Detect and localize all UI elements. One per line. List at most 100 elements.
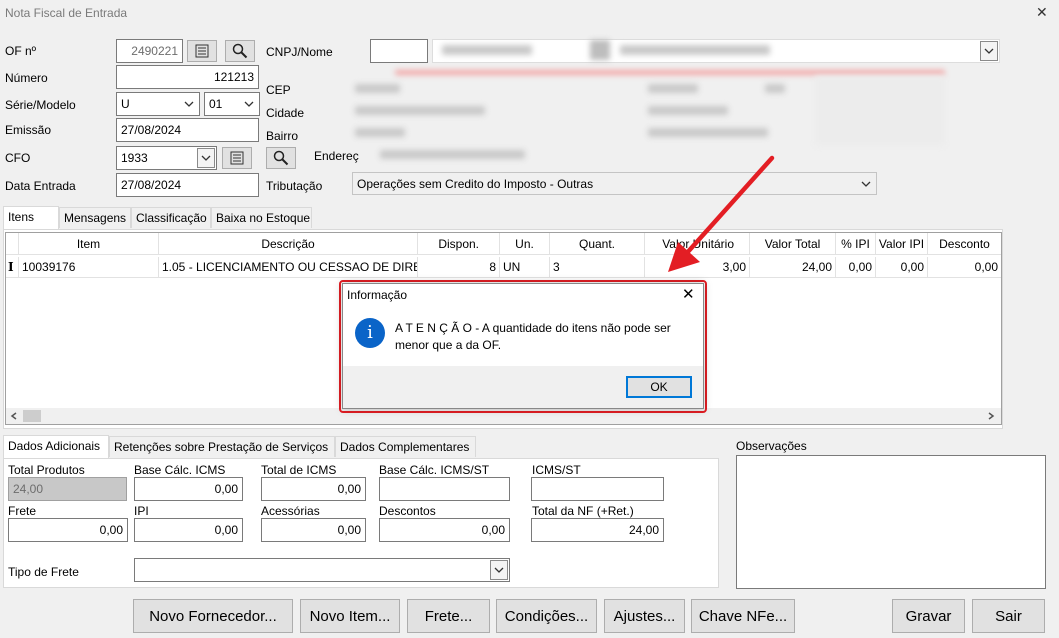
col-dispon[interactable]: Dispon.: [418, 233, 500, 255]
total-icms-input[interactable]: 0,00: [261, 477, 366, 501]
numero-input[interactable]: 121213: [116, 65, 259, 89]
base-icms-label: Base Cálc. ICMS: [134, 463, 226, 477]
descontos-input[interactable]: 0,00: [379, 518, 510, 542]
of-search-button[interactable]: [225, 40, 255, 62]
cnpj-label: CNPJ/Nome: [266, 45, 333, 59]
novo-item-button[interactable]: Novo Item...: [300, 599, 400, 633]
observacoes-textarea[interactable]: [736, 455, 1046, 589]
observacoes-label: Observações: [736, 439, 807, 453]
chevron-down-icon: [980, 41, 998, 61]
redacted-area: [648, 106, 728, 115]
of-label: OF nº: [5, 44, 37, 58]
total-nf-input[interactable]: 24,00: [531, 518, 664, 542]
frete-input[interactable]: 0,00: [8, 518, 128, 542]
dialog-title: Informação: [347, 288, 408, 302]
frete-button[interactable]: Frete...: [407, 599, 490, 633]
ipi-input[interactable]: 0,00: [134, 518, 243, 542]
ajustes-button[interactable]: Ajustes...: [604, 599, 685, 633]
total-icms-label: Total de ICMS: [261, 463, 337, 477]
cell-un[interactable]: UN: [500, 257, 550, 277]
endereco-label: Endereç: [314, 149, 359, 163]
tipo-frete-select[interactable]: [134, 558, 510, 582]
cidade-label: Cidade: [266, 106, 305, 120]
total-produtos-input: 24,00: [8, 477, 127, 501]
dialog-message-line2: menor que a da OF.: [395, 338, 502, 352]
cell-item[interactable]: 10039176: [19, 257, 159, 277]
cell-descricao[interactable]: 1.05 - LICENCIAMENTO OU CESSAO DE DIREI: [159, 257, 418, 277]
grid-indicator-header: [6, 233, 19, 255]
list-icon: [195, 44, 209, 58]
cfo-value: 1933: [121, 151, 148, 165]
frete-label: Frete: [8, 504, 37, 518]
novo-fornecedor-button[interactable]: Novo Fornecedor...: [133, 599, 293, 633]
col-valor-ipi[interactable]: Valor IPI: [876, 233, 928, 255]
chevron-down-icon: [857, 174, 875, 194]
chevron-down-icon: [197, 148, 215, 168]
chevron-down-icon: [240, 94, 258, 114]
chevron-down-icon: [180, 94, 198, 114]
redacted-area: [648, 84, 698, 93]
tab-mensagens[interactable]: Mensagens: [59, 207, 131, 228]
ok-button[interactable]: OK: [626, 376, 692, 398]
cell-desconto[interactable]: 0,00: [928, 257, 1001, 277]
tributacao-value: Operações sem Credito do Imposto - Outra…: [357, 177, 594, 191]
tab-dados-adicionais[interactable]: Dados Adicionais: [3, 435, 109, 459]
col-desconto[interactable]: Desconto: [928, 233, 1001, 255]
base-icms-input[interactable]: 0,00: [134, 477, 243, 501]
cnpj-input[interactable]: [370, 39, 428, 63]
base-icms-st-input[interactable]: [379, 477, 510, 501]
col-item[interactable]: Item: [19, 233, 159, 255]
redacted-area: [355, 128, 405, 137]
tributacao-select[interactable]: Operações sem Credito do Imposto - Outra…: [352, 172, 877, 195]
col-quant[interactable]: Quant.: [550, 233, 645, 255]
sair-button[interactable]: Sair: [972, 599, 1045, 633]
redacted-area: [395, 70, 945, 75]
tipo-frete-label: Tipo de Frete: [8, 565, 79, 579]
dialog-close-icon[interactable]: ✕: [682, 285, 695, 303]
gravar-button[interactable]: Gravar: [892, 599, 965, 633]
emissao-label: Emissão: [5, 123, 52, 137]
cell-pct-ipi[interactable]: 0,00: [836, 257, 876, 277]
annotation-arrow-icon: [668, 155, 775, 272]
scroll-right-icon[interactable]: [987, 412, 995, 420]
tab-itens[interactable]: Itens: [3, 206, 59, 230]
dialog-message-line1: A T E N Ç Ã O - A quantidade do itens nã…: [395, 321, 671, 335]
serie-value: U: [121, 97, 130, 111]
icms-st-input[interactable]: [531, 477, 664, 501]
list-icon: [230, 151, 244, 165]
of-input[interactable]: 2490221: [116, 39, 183, 63]
info-dialog: Informação ✕ i A T E N Ç Ã O - A quantid…: [342, 283, 704, 409]
scroll-left-icon[interactable]: [10, 412, 18, 420]
serie-select[interactable]: U: [116, 92, 200, 116]
acessorias-input[interactable]: 0,00: [261, 518, 366, 542]
col-descricao[interactable]: Descrição: [159, 233, 418, 255]
cell-quant[interactable]: 3: [550, 257, 645, 277]
redacted-area: [648, 128, 768, 137]
cell-valor-ipi[interactable]: 0,00: [876, 257, 928, 277]
of-list-button[interactable]: [187, 40, 217, 62]
cfo-list-button[interactable]: [222, 147, 252, 169]
data-entrada-input[interactable]: 27/08/2024: [116, 173, 259, 197]
scrollbar-thumb[interactable]: [23, 410, 41, 422]
col-pct-ipi[interactable]: % IPI: [836, 233, 876, 255]
cep-label: CEP: [266, 83, 291, 97]
tributacao-label: Tributação: [266, 179, 323, 193]
window-close-icon[interactable]: ✕: [1036, 4, 1048, 21]
redacted-area: [765, 84, 785, 93]
tab-dados-complementares[interactable]: Dados Complementares: [335, 436, 476, 457]
cfo-search-button[interactable]: [266, 147, 296, 169]
tab-retencoes[interactable]: Retenções sobre Prestação de Serviços: [109, 436, 335, 457]
redacted-area: [355, 106, 485, 115]
chave-nfe-button[interactable]: Chave NFe...: [691, 599, 795, 633]
redacted-area: [815, 76, 945, 146]
serie-label: Série/Modelo: [5, 98, 76, 112]
cell-dispon[interactable]: 8: [418, 257, 500, 277]
modelo-select[interactable]: 01: [204, 92, 260, 116]
emissao-input[interactable]: 27/08/2024: [116, 118, 259, 142]
cfo-select[interactable]: 1933: [116, 146, 217, 170]
col-un[interactable]: Un.: [500, 233, 550, 255]
tab-classificacao[interactable]: Classificação: [131, 207, 211, 228]
condicoes-button[interactable]: Condições...: [496, 599, 597, 633]
tab-baixa-estoque[interactable]: Baixa no Estoque: [211, 207, 312, 228]
window-title: Nota Fiscal de Entrada: [5, 6, 128, 20]
